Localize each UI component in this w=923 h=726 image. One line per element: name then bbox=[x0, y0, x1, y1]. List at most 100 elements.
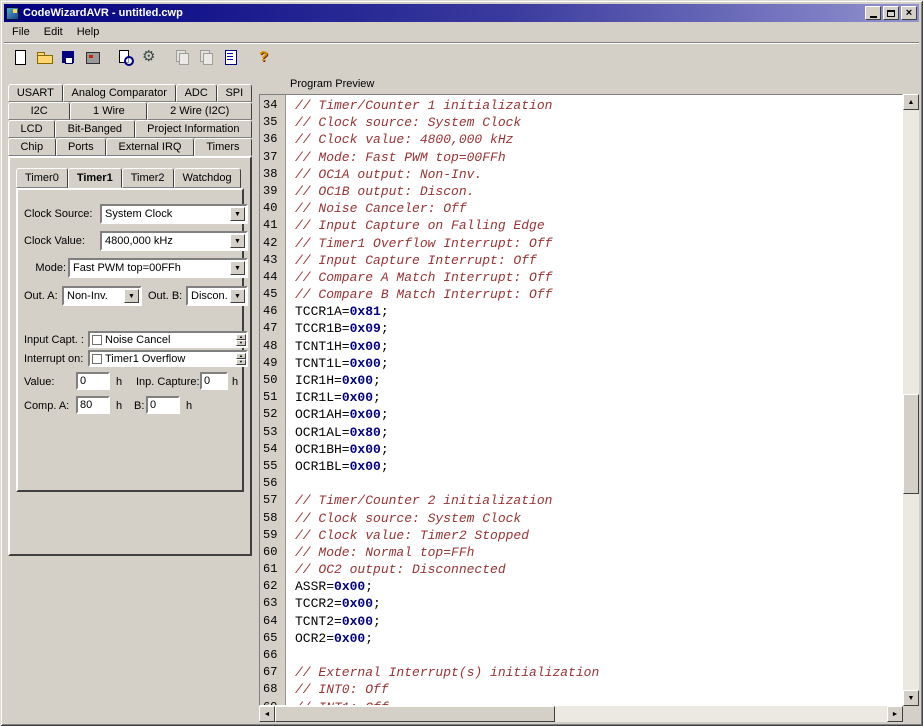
notes-icon bbox=[221, 48, 239, 66]
tab-2-wire-i2c[interactable]: 2 Wire (I2C) bbox=[147, 102, 252, 120]
minimize-button[interactable] bbox=[865, 6, 881, 20]
mode-value: Fast PWM top=00FFh bbox=[70, 262, 230, 274]
clock-value-value: 4800,000 kHz bbox=[102, 235, 230, 247]
line-number: 61 bbox=[260, 561, 285, 578]
spin-down-icon[interactable]: ▼ bbox=[236, 359, 246, 365]
tab-row-3: LCDBit-BangedProject Information bbox=[8, 120, 252, 138]
tab-timer1[interactable]: Timer1 bbox=[68, 168, 122, 188]
clock-value-select[interactable]: 4800,000 kHz ▼ bbox=[100, 231, 248, 251]
code-area[interactable]: // Timer/Counter 1 initialization// Cloc… bbox=[286, 95, 902, 705]
chevron-down-icon[interactable]: ▼ bbox=[230, 289, 245, 303]
tab-timer2[interactable]: Timer2 bbox=[122, 168, 174, 188]
tab-timers[interactable]: Timers bbox=[194, 138, 252, 156]
line-number: 56 bbox=[260, 475, 285, 492]
value-input[interactable] bbox=[76, 372, 110, 390]
scroll-down-button[interactable]: ▼ bbox=[903, 690, 919, 706]
tab-watchdog[interactable]: Watchdog bbox=[174, 168, 241, 188]
peripheral-tabs-panel: USARTAnalog ComparatorADCSPI I2C1 Wire2 … bbox=[8, 84, 252, 556]
line-number: 44 bbox=[260, 269, 285, 286]
chevron-down-icon[interactable]: ▼ bbox=[230, 234, 245, 248]
scroll-right-button[interactable]: ► bbox=[887, 706, 903, 722]
tab-adc[interactable]: ADC bbox=[176, 84, 217, 102]
tab-usart[interactable]: USART bbox=[8, 84, 63, 102]
line-number: 34 bbox=[260, 97, 285, 114]
settings-gear-button[interactable] bbox=[137, 46, 161, 68]
tab-i2c[interactable]: I2C bbox=[8, 102, 70, 120]
open-button[interactable] bbox=[32, 46, 56, 68]
mode-select[interactable]: Fast PWM top=00FFh ▼ bbox=[68, 258, 248, 278]
program-preview-editor[interactable]: 3435363738394041424344454647484950515253… bbox=[259, 94, 903, 706]
notes-button[interactable] bbox=[218, 46, 242, 68]
comp-a-unit: h bbox=[116, 400, 122, 412]
comp-a-input[interactable] bbox=[76, 396, 110, 414]
line-number: 48 bbox=[260, 338, 285, 355]
tab-bit-banged[interactable]: Bit-Banged bbox=[55, 120, 135, 138]
spin-down-icon[interactable]: ▼ bbox=[236, 340, 246, 346]
input-capture-spinner: ▲ ▼ bbox=[236, 334, 246, 346]
line-number: 64 bbox=[260, 613, 285, 630]
menu-item-edit[interactable]: Edit bbox=[37, 23, 70, 41]
horizontal-scrollbar-thumb[interactable] bbox=[275, 706, 555, 722]
timer-tab-row: Timer0Timer1Timer2Watchdog bbox=[16, 168, 241, 188]
help-icon bbox=[254, 48, 272, 66]
chevron-down-icon[interactable]: ▼ bbox=[124, 289, 139, 303]
vertical-scrollbar[interactable]: ▲ ▼ bbox=[903, 94, 919, 706]
scroll-left-button[interactable]: ◄ bbox=[259, 706, 275, 722]
out-b-label: Out. B: bbox=[148, 290, 182, 302]
copy-alt-button[interactable] bbox=[194, 46, 218, 68]
tab-project-information[interactable]: Project Information bbox=[135, 120, 252, 138]
copy-button[interactable] bbox=[170, 46, 194, 68]
timer1-overflow-option: Timer1 Overflow bbox=[105, 353, 236, 365]
out-a-select[interactable]: Non-Inv. ▼ bbox=[62, 286, 142, 306]
out-b-select[interactable]: Discon. ▼ bbox=[186, 286, 248, 306]
interrupt-on-field[interactable]: Timer1 Overflow ▲ ▼ bbox=[88, 350, 248, 367]
maximize-button[interactable] bbox=[883, 6, 899, 20]
horizontal-scrollbar[interactable]: ◄ ► bbox=[259, 706, 903, 722]
save-button[interactable] bbox=[56, 46, 80, 68]
line-number: 51 bbox=[260, 389, 285, 406]
tab-lcd[interactable]: LCD bbox=[8, 120, 55, 138]
copy-alt-icon bbox=[197, 48, 215, 66]
timer1-overflow-checkbox[interactable] bbox=[92, 354, 102, 364]
tab-chip[interactable]: Chip bbox=[8, 138, 56, 156]
tab-external-irq[interactable]: External IRQ bbox=[106, 138, 194, 156]
clock-source-value: System Clock bbox=[102, 208, 230, 220]
inp-capture-unit: h bbox=[232, 376, 238, 388]
noise-cancel-checkbox[interactable] bbox=[92, 335, 102, 345]
tab-1-wire[interactable]: 1 Wire bbox=[70, 102, 147, 120]
value-label: Value: bbox=[24, 376, 54, 388]
chevron-down-icon[interactable]: ▼ bbox=[230, 207, 245, 221]
tab-timer0[interactable]: Timer0 bbox=[16, 168, 68, 188]
noise-cancel-option: Noise Cancel bbox=[105, 334, 236, 346]
mode-label: Mode: bbox=[24, 262, 66, 274]
code-line: OCR1AL=0x80; bbox=[286, 424, 902, 441]
help-button[interactable] bbox=[251, 46, 275, 68]
code-line: OCR1BH=0x00; bbox=[286, 441, 902, 458]
code-line: // OC1B output: Discon. bbox=[286, 183, 902, 200]
chevron-down-icon[interactable]: ▼ bbox=[230, 261, 245, 275]
input-capture-field[interactable]: Noise Cancel ▲ ▼ bbox=[88, 331, 248, 348]
close-button[interactable]: × bbox=[901, 6, 917, 20]
vertical-scrollbar-thumb[interactable] bbox=[903, 394, 919, 494]
code-line bbox=[286, 647, 902, 664]
program-chip-button[interactable] bbox=[80, 46, 104, 68]
tab-ports[interactable]: Ports bbox=[56, 138, 107, 156]
tab-analog-comparator[interactable]: Analog Comparator bbox=[63, 84, 176, 102]
out-a-value: Non-Inv. bbox=[64, 290, 124, 302]
copy-icon bbox=[173, 48, 191, 66]
menu-item-file[interactable]: File bbox=[5, 23, 37, 41]
line-number-gutter: 3435363738394041424344454647484950515253… bbox=[260, 95, 286, 705]
line-number: 45 bbox=[260, 286, 285, 303]
preview-icon bbox=[116, 48, 134, 66]
scroll-up-button[interactable]: ▲ bbox=[903, 94, 919, 110]
preview-button[interactable] bbox=[113, 46, 137, 68]
program-preview-title: Program Preview bbox=[290, 78, 374, 90]
new-button[interactable] bbox=[8, 46, 32, 68]
comp-b-input[interactable] bbox=[146, 396, 180, 414]
clock-source-select[interactable]: System Clock ▼ bbox=[100, 204, 248, 224]
line-number: 55 bbox=[260, 458, 285, 475]
menu-item-help[interactable]: Help bbox=[70, 23, 107, 41]
tab-spi[interactable]: SPI bbox=[217, 84, 252, 102]
code-line: ICR1L=0x00; bbox=[286, 389, 902, 406]
inp-capture-input[interactable] bbox=[200, 372, 228, 390]
